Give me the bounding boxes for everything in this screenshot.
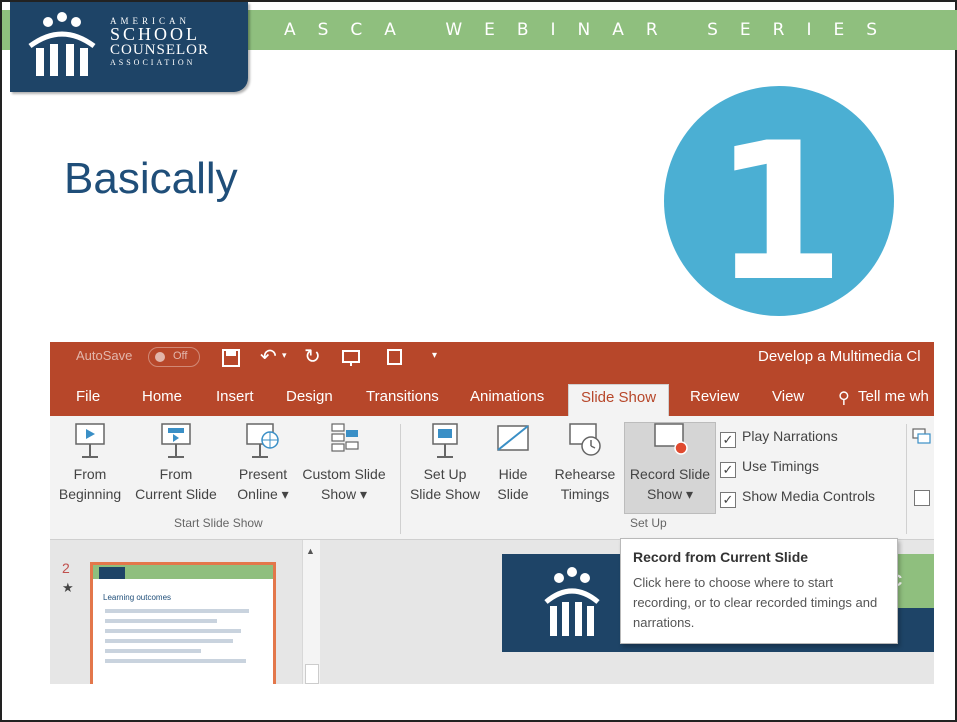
- record-slide-show-line2: Show ▾: [647, 486, 693, 502]
- present-online-line2: Online ▾: [237, 486, 289, 502]
- slide-thumbnail[interactable]: Learning outcomes: [90, 562, 276, 684]
- lightbulb-icon[interactable]: ⚲: [838, 388, 850, 408]
- rehearse-timings-icon: [569, 423, 601, 456]
- set-up-slide-show-icon: [432, 423, 458, 458]
- hide-slide-icon: [497, 425, 529, 451]
- ribbon: From Beginning From Current Slide Presen…: [50, 416, 934, 540]
- from-beginning-line2: Beginning: [58, 486, 122, 502]
- from-beginning-icon: [75, 423, 105, 458]
- tooltip-title: Record from Current Slide: [633, 549, 809, 565]
- step-number: 1: [713, 102, 845, 316]
- slide-thumbnail-pane: 2 ★ Learning outcomes: [50, 540, 320, 684]
- show-media-controls-check-icon: ✓: [720, 492, 736, 508]
- record-tooltip: Record from Current Slide Click here to …: [620, 538, 898, 644]
- set-up-slide-show-line2: Slide Show: [409, 486, 481, 502]
- slide-title: Basically: [64, 154, 238, 203]
- present-icon[interactable]: [342, 349, 360, 367]
- titlebar: AutoSave Off ↶ ▾ ↻ ▾ Develop a Multimedi…: [50, 342, 934, 374]
- custom-slide-show-line2: Show ▾: [321, 486, 367, 502]
- hide-slide-button[interactable]: Hide Slide: [488, 422, 538, 504]
- custom-slide-show-icon: [331, 423, 359, 452]
- tab-slide-show[interactable]: Slide Show: [568, 384, 670, 416]
- slide: ASCA WEBINAR SERIES AMERICAN SCHOOL COUN…: [0, 0, 957, 722]
- tab-review[interactable]: Review: [690, 384, 739, 416]
- from-current-slide-icon: [161, 423, 191, 458]
- counselor-figures-icon: [28, 12, 96, 76]
- logo-text: AMERICAN SCHOOL COUNSELOR ASSOCIATION: [110, 16, 209, 67]
- ribbon-tabs: File Home Insert Design Transitions Anim…: [50, 374, 934, 416]
- show-media-controls-label: Show Media Controls: [742, 488, 876, 504]
- custom-slide-show-button[interactable]: Custom Slide Show ▾: [296, 422, 392, 504]
- logo-line-3: COUNSELOR: [110, 42, 210, 58]
- autosave-state: Off: [173, 350, 188, 362]
- present-online-button[interactable]: Present Online ▾: [228, 422, 298, 504]
- thumbnail-scrollbar[interactable]: ▲: [302, 540, 320, 684]
- logo-line-2: SCHOOL: [110, 24, 201, 44]
- asca-logo: AMERICAN SCHOOL COUNSELOR ASSOCIATION: [10, 2, 248, 92]
- banner-text: ASCA WEBINAR SERIES: [284, 20, 900, 40]
- logo-line-4: ASSOCIATION: [110, 58, 196, 67]
- use-timings-check-icon: ✓: [720, 462, 736, 478]
- from-current-slide-line1: From: [159, 466, 193, 482]
- tab-transitions[interactable]: Transitions: [366, 384, 439, 416]
- show-media-controls-checkbox[interactable]: ✓ Show Media Controls: [720, 486, 875, 508]
- rehearse-timings-button[interactable]: Rehearse Timings: [548, 422, 622, 504]
- play-narrations-label: Play Narrations: [742, 428, 838, 444]
- tab-animations[interactable]: Animations: [470, 384, 544, 416]
- save-icon[interactable]: [222, 349, 240, 367]
- powerpoint-screenshot: AutoSave Off ↶ ▾ ↻ ▾ Develop a Multimedi…: [50, 342, 934, 684]
- play-narrations-check-icon: ✓: [720, 432, 736, 448]
- tooltip-body: Click here to choose where to start reco…: [633, 575, 878, 630]
- redo-icon[interactable]: ↻: [304, 344, 321, 369]
- customize-qat-icon[interactable]: ▾: [432, 350, 437, 361]
- rehearse-timings-line2: Timings: [560, 486, 610, 502]
- scroll-thumb[interactable]: [305, 664, 319, 684]
- use-timings-checkbox[interactable]: ✓ Use Timings: [720, 456, 819, 478]
- from-beginning-button[interactable]: From Beginning: [52, 422, 128, 504]
- document-title: Develop a Multimedia Cl: [758, 348, 921, 365]
- rehearse-timings-line1: Rehearse: [554, 466, 616, 482]
- slide-number: 2: [62, 560, 70, 576]
- animation-star-icon: ★: [62, 580, 74, 595]
- touch-mode-icon[interactable]: [386, 349, 404, 367]
- hide-slide-line1: Hide: [498, 466, 528, 482]
- undo-dropdown-icon[interactable]: ▾: [282, 350, 287, 361]
- start-slide-show-group-label: Start Slide Show: [174, 516, 263, 530]
- tab-home[interactable]: Home: [142, 384, 182, 416]
- record-slide-show-line1: Record Slide: [629, 466, 711, 482]
- tab-view[interactable]: View: [772, 384, 804, 416]
- thumbnail-bullets: [105, 609, 265, 669]
- main-slide-logo-icon: [544, 567, 600, 636]
- record-slide-show-icon: [654, 423, 688, 455]
- monitors-icon[interactable]: [912, 428, 932, 446]
- hide-slide-line2: Slide: [497, 486, 529, 502]
- from-current-slide-line2: Current Slide: [135, 486, 217, 502]
- record-slide-show-button[interactable]: Record Slide Show ▾: [622, 422, 718, 504]
- tab-design[interactable]: Design: [286, 384, 333, 416]
- ribbon-separator: [906, 424, 907, 534]
- from-beginning-line1: From: [73, 466, 107, 482]
- step-number-badge: 1: [664, 86, 894, 316]
- set-up-slide-show-button[interactable]: Set Up Slide Show: [402, 422, 488, 504]
- thumbnail-logo: [99, 567, 125, 579]
- present-online-icon: [246, 423, 279, 458]
- present-online-line1: Present: [238, 466, 288, 482]
- set-up-slide-show-line1: Set Up: [423, 466, 467, 482]
- tab-file[interactable]: File: [76, 384, 100, 416]
- tell-me-search[interactable]: Tell me wh: [858, 384, 929, 416]
- autosave-toggle[interactable]: Off: [148, 347, 200, 367]
- ribbon-separator: [400, 424, 401, 534]
- monitor-checkbox[interactable]: [914, 490, 930, 506]
- use-timings-label: Use Timings: [742, 458, 820, 474]
- autosave-label[interactable]: AutoSave: [76, 348, 132, 363]
- tab-insert[interactable]: Insert: [216, 384, 254, 416]
- play-narrations-checkbox[interactable]: ✓ Play Narrations: [720, 426, 838, 448]
- undo-icon[interactable]: ↶: [260, 344, 277, 369]
- from-current-slide-button[interactable]: From Current Slide: [128, 422, 224, 504]
- custom-slide-show-line1: Custom Slide: [302, 466, 386, 482]
- scroll-up-icon[interactable]: ▲: [306, 546, 315, 556]
- set-up-group-label: Set Up: [630, 516, 667, 530]
- thumbnail-title: Learning outcomes: [103, 593, 172, 602]
